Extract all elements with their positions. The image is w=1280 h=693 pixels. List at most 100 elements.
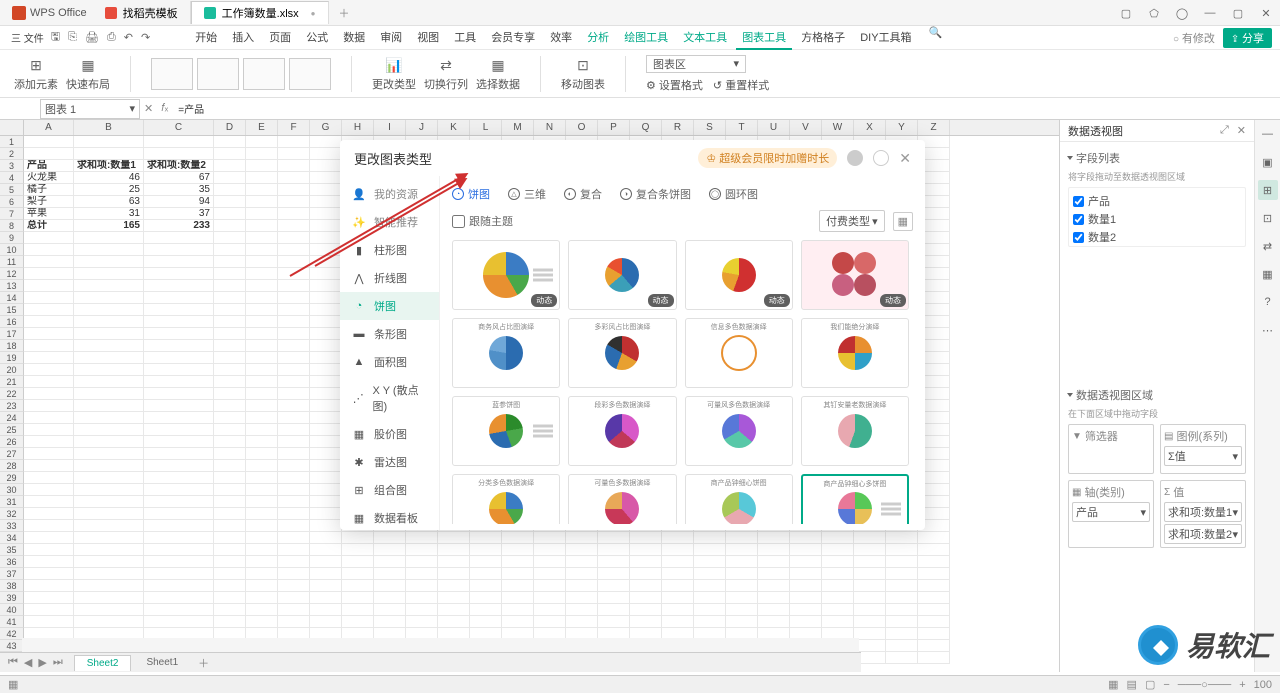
sheet-tab-2[interactable]: Sheet2 [74,655,132,671]
vip-badge[interactable]: ♔超级会员限时加赠时长 [698,148,837,168]
chart-option-8[interactable]: 我们能绝分演绎 [801,318,909,388]
cancel-formula-icon[interactable]: ✕ [144,102,153,115]
sb-area[interactable]: ▲面积图 [340,348,439,376]
theme-icon[interactable] [873,150,889,166]
side-tool-5[interactable]: ⇄ [1258,236,1278,256]
share-button[interactable]: ⇪ 分享 [1223,28,1272,48]
tab-efficiency[interactable]: 效率 [544,26,578,50]
avatar-icon[interactable] [847,150,863,166]
save-icon[interactable]: 🖫 [51,28,60,47]
field-item[interactable]: 数量2 [1073,228,1241,246]
side-tool-6[interactable]: ▦ [1258,264,1278,284]
view-page-icon[interactable]: ▢ [1145,678,1155,691]
chart-style-gallery[interactable] [151,58,331,90]
set-format-button[interactable]: ⚙ 设置格式 [646,77,703,93]
cube-icon[interactable]: ⬠ [1140,0,1168,26]
expand-icon[interactable]: ⤢ [1220,124,1229,137]
legend-area[interactable]: ▤ 图例(系列)Σ值▾ [1160,424,1246,474]
status-left-icon[interactable]: ▦ [8,678,18,691]
tab-member[interactable]: 会员专享 [485,26,541,50]
side-tool-more[interactable]: ⋯ [1258,320,1278,340]
chart-option-13[interactable]: 分类多色数据演绎 [452,474,560,524]
tab-analyze[interactable]: 分析 [581,26,615,50]
follow-theme-checkbox[interactable]: 跟随主题 [452,213,513,229]
subtab-compound[interactable]: ◐复合 [564,186,602,202]
subtab-donut[interactable]: ◯圆环图 [709,186,758,202]
undo-icon[interactable]: ↶ [124,31,133,44]
subtab-pie[interactable]: ◔饼图 [452,186,490,202]
template-tab[interactable]: 找稻壳模板 [93,1,191,24]
horizontal-scrollbar[interactable] [22,638,859,652]
chart-option-3[interactable]: 动态 [685,240,793,310]
avatar-icon[interactable]: ◯ [1168,0,1196,26]
values-area[interactable]: Σ 值求和项:数量1▾求和项:数量2▾ [1160,480,1246,548]
move-chart-button[interactable]: ⊡移动图表 [561,55,605,92]
tab-formula[interactable]: 公式 [300,26,334,50]
chart-option-7[interactable]: 信息多色数据演绎 [685,318,793,388]
chart-option-14[interactable]: 可量色多数据演绎 [568,474,676,524]
subtab-3d[interactable]: △三维 [508,186,546,202]
tab-tool[interactable]: 工具 [448,26,482,50]
sb-barh[interactable]: ▬条形图 [340,320,439,348]
add-sheet-button[interactable]: ＋ [190,655,217,671]
side-tool-pivot[interactable]: ⊞ [1258,180,1278,200]
tab-grid[interactable]: 方格格子 [795,26,851,50]
sb-combo[interactable]: ⊞组合图 [340,476,439,504]
tab-page[interactable]: 页面 [263,26,297,50]
chart-option-16-selected[interactable]: 商产品钟细心多饼图 [801,474,909,524]
panel-close-icon[interactable]: ✕ [1237,124,1246,137]
chart-option-10[interactable]: 段彩多色数据演绎 [568,396,676,466]
filter-area[interactable]: ▼ 筛选器 [1068,424,1154,474]
tab-draw[interactable]: 绘图工具 [618,26,674,50]
maximize-button[interactable]: ▢ [1224,0,1252,26]
name-box[interactable]: 图表 1▾ [40,99,140,119]
tab-review[interactable]: 审阅 [374,26,408,50]
chart-option-12[interactable]: 其钉安量老数据演绎 [801,396,909,466]
redo-icon[interactable]: ↷ [141,31,150,44]
search-icon[interactable]: 🔍 [929,26,943,50]
sheet-prev-icon[interactable]: ◀ [24,656,32,669]
sheet-last-icon[interactable]: ⏭ [53,656,63,669]
chart-option-11[interactable]: 可量风多色数据演绎 [685,396,793,466]
add-tab[interactable]: ＋ [329,5,360,21]
sb-xy[interactable]: ⋰X Y (散点图) [340,376,439,420]
chart-option-15[interactable]: 商产品钟细心饼图 [685,474,793,524]
sb-bar[interactable]: ▮柱形图 [340,236,439,264]
sb-stock[interactable]: ▦股价图 [340,420,439,448]
sb-radar[interactable]: ✱雷达图 [340,448,439,476]
subtab-comppie[interactable]: ◑复合条饼图 [620,186,691,202]
export-icon[interactable]: ⎘ [68,31,77,44]
sb-line[interactable]: ⋀折线图 [340,264,439,292]
select-data-button[interactable]: ▦选择数据 [476,55,520,92]
view-normal-icon[interactable]: ▦ [1108,678,1118,691]
box-icon[interactable]: ▢ [1112,0,1140,26]
zoom-out[interactable]: − [1163,679,1169,691]
tab-data[interactable]: 数据 [337,26,371,50]
sb-dashboard[interactable]: ▦数据看板 [340,504,439,530]
field-item[interactable]: 产品 [1073,192,1241,210]
axis-area[interactable]: ▦ 轴(类别)产品▾ [1068,480,1154,548]
sheet-first-icon[interactable]: ⏮ [8,656,18,669]
app-logo[interactable]: WPS Office [6,2,93,24]
chart-area-select[interactable]: 图表区▾ [646,55,746,73]
tab-chart[interactable]: 图表工具 [736,26,792,50]
tab-text[interactable]: 文本工具 [677,26,733,50]
add-element-button[interactable]: ⊞添加元素 [14,55,58,92]
tab-diy[interactable]: DIY工具箱 [854,26,917,50]
fx-icon[interactable]: 𝑓ₓ [161,102,168,115]
tab-insert[interactable]: 插入 [226,26,260,50]
file-menu[interactable]: 三 文件 [8,30,47,45]
chart-option-2[interactable]: 动态 [568,240,676,310]
grid-view-icon[interactable]: ▦ [893,212,913,231]
chart-option-1[interactable]: 动态 [452,240,560,310]
side-tool-4[interactable]: ⊡ [1258,208,1278,228]
close-button[interactable]: ✕ [1252,0,1280,26]
side-tool-1[interactable]: — [1258,124,1278,144]
preview-icon[interactable]: ⎙ [107,31,116,44]
sb-smart[interactable]: ✨智能推荐 [340,208,439,236]
sheet-next-icon[interactable]: ▶ [38,656,46,669]
chart-option-9[interactable]: 蓝参饼图 [452,396,560,466]
field-item[interactable]: 数量1 [1073,210,1241,228]
chart-option-4[interactable]: 动态 [801,240,909,310]
zoom-in[interactable]: + [1239,679,1245,691]
